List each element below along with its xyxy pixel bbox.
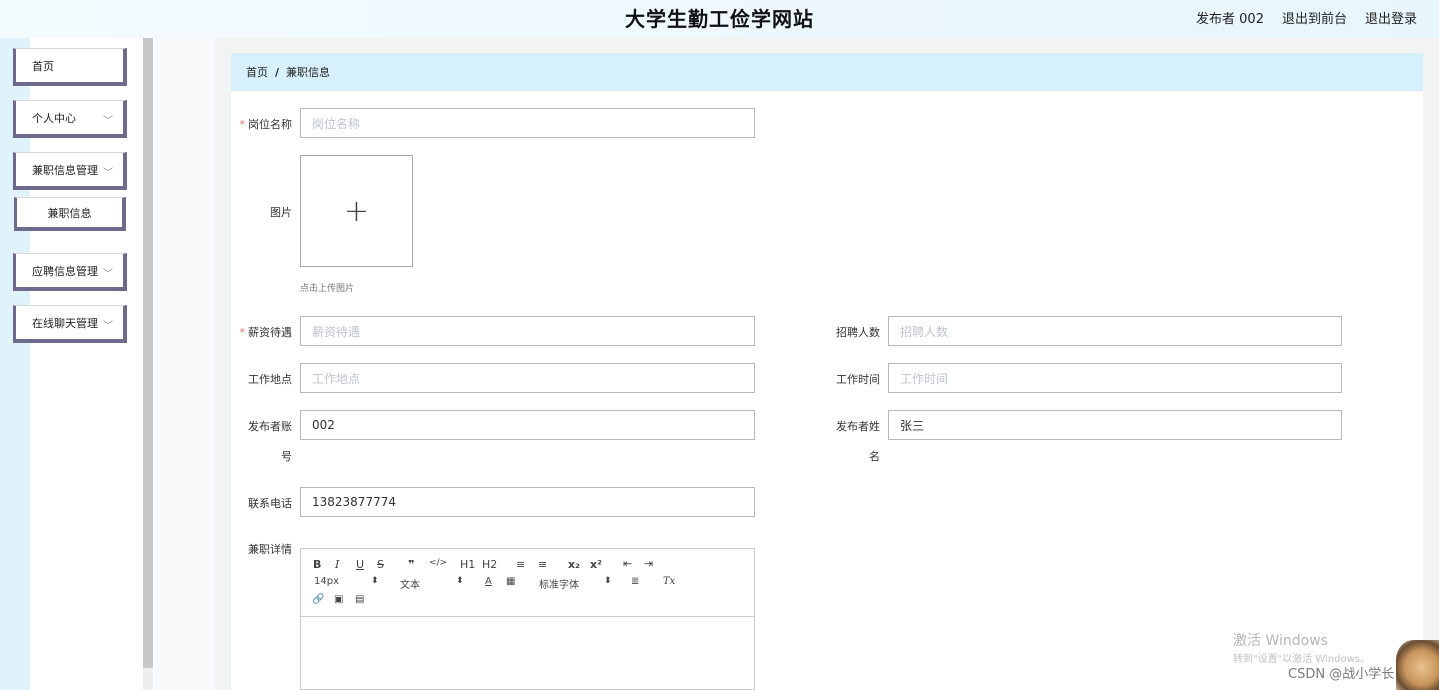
chevron-down-icon: ﹀ bbox=[103, 269, 113, 280]
align-icon[interactable]: ≣ bbox=[631, 576, 639, 587]
details-label: 兼职详情 bbox=[248, 543, 292, 556]
location-input[interactable]: 工作地点 bbox=[300, 363, 755, 393]
sidebar-item-label: 个人中心 bbox=[32, 111, 76, 125]
font-size-select-arrow-icon: ⬍ bbox=[371, 576, 379, 586]
current-user: 发布者 002 bbox=[1196, 12, 1264, 27]
recruit-count-input[interactable]: 招聘人数 bbox=[888, 316, 1342, 346]
sidebar-item-home[interactable]: 首页 bbox=[13, 48, 127, 86]
background-color-icon[interactable]: ▦ bbox=[506, 576, 515, 587]
required-mark: * bbox=[239, 118, 246, 131]
editor-toolbar: B I U S ❞ </> H1 H2 ≡ ≡ x₂ x² ⇤ ⇥ 14px ⬍… bbox=[301, 549, 754, 617]
font-family-select-arrow-icon: ⬍ bbox=[604, 576, 612, 586]
underline-button[interactable]: U bbox=[356, 558, 364, 571]
chevron-down-icon: ﹀ bbox=[103, 116, 113, 127]
job-name-input[interactable]: 岗位名称 bbox=[300, 108, 755, 138]
phone-label: 联系电话 bbox=[248, 497, 292, 510]
breadcrumb-current: 兼职信息 bbox=[286, 66, 331, 79]
clear-format-icon[interactable]: Tx bbox=[663, 576, 675, 587]
sidebar-item-label: 首页 bbox=[32, 59, 54, 73]
work-time-input[interactable]: 工作时间 bbox=[888, 363, 1342, 393]
breadcrumb: 首页 / 兼职信息 bbox=[231, 53, 1423, 91]
salary-input[interactable]: 薪资待遇 bbox=[300, 316, 755, 346]
exit-to-front-link[interactable]: 退出到前台 bbox=[1282, 8, 1347, 27]
code-button[interactable]: </> bbox=[429, 558, 447, 568]
sidebar-scrollbar[interactable] bbox=[143, 38, 153, 668]
sidebar-item-parttime-manage[interactable]: 兼职信息管理 ﹀ bbox=[13, 152, 127, 190]
bold-button[interactable]: B bbox=[313, 558, 321, 571]
sidebar-item-personal-center[interactable]: 个人中心 ﹀ bbox=[13, 100, 127, 138]
work-time-label: 工作时间 bbox=[836, 373, 880, 386]
strike-button[interactable]: S bbox=[377, 558, 384, 571]
font-size-select[interactable]: 14px bbox=[314, 576, 339, 587]
logout-link[interactable]: 退出登录 bbox=[1365, 8, 1417, 27]
italic-button[interactable]: I bbox=[335, 558, 339, 571]
image-label: 图片 bbox=[270, 206, 292, 219]
job-name-label: * 岗位名称 bbox=[239, 118, 293, 131]
font-color-button[interactable]: A bbox=[485, 576, 492, 587]
publisher-account-label: 发布者账 bbox=[248, 420, 292, 433]
sidebar-item-label: 兼职信息管理 bbox=[32, 163, 98, 177]
indent-icon[interactable]: ⇥ bbox=[644, 557, 653, 570]
sidebar-item-label: 在线聊天管理 bbox=[32, 316, 98, 330]
corner-dog-image bbox=[1396, 640, 1439, 690]
windows-activation-watermark: 激活 Windows bbox=[1233, 633, 1328, 649]
sidebar-subitem-parttime-info[interactable]: 兼职信息 bbox=[14, 197, 126, 231]
chevron-down-icon: ﹀ bbox=[103, 321, 113, 332]
recruit-count-label: 招聘人数 bbox=[836, 326, 880, 339]
upload-hint: 点击上传图片 bbox=[300, 284, 355, 294]
phone-input[interactable]: 13823877774 bbox=[300, 487, 755, 517]
h1-button[interactable]: H1 bbox=[460, 558, 475, 571]
sidebar-item-application-manage[interactable]: 应聘信息管理 ﹀ bbox=[13, 253, 127, 291]
ordered-list-icon[interactable]: ≡ bbox=[516, 558, 525, 571]
chevron-down-icon: ﹀ bbox=[103, 168, 113, 179]
publisher-name-input[interactable]: 张三 bbox=[888, 410, 1342, 440]
editor-content-area[interactable] bbox=[301, 618, 754, 690]
publisher-account-label-cont: 号 bbox=[281, 450, 292, 463]
publisher-name-label-cont: 名 bbox=[869, 450, 880, 463]
sidebar-item-chat-manage[interactable]: 在线聊天管理 ﹀ bbox=[13, 305, 127, 343]
csdn-watermark: CSDN @战小学长 bbox=[1288, 667, 1395, 682]
paragraph-select[interactable]: 文本 bbox=[400, 576, 420, 591]
top-header: 大学生勤工俭学网站 发布者 002 退出到前台 退出登录 bbox=[0, 0, 1439, 38]
breadcrumb-home[interactable]: 首页 bbox=[246, 64, 268, 80]
required-mark: * bbox=[239, 326, 246, 339]
location-label: 工作地点 bbox=[248, 373, 292, 386]
breadcrumb-separator: / bbox=[275, 65, 280, 79]
link-icon[interactable]: 🔗 bbox=[312, 594, 324, 605]
image-icon[interactable]: ▣ bbox=[334, 594, 343, 605]
image-upload-box[interactable]: + bbox=[300, 155, 413, 267]
sidebar-item-label: 应聘信息管理 bbox=[32, 264, 98, 278]
h2-button[interactable]: H2 bbox=[482, 558, 497, 571]
bullet-list-icon[interactable]: ≡ bbox=[538, 558, 547, 571]
quote-button[interactable]: ❞ bbox=[408, 558, 414, 571]
font-family-select[interactable]: 标准字体 bbox=[539, 576, 579, 591]
sidebar-item-label: 兼职信息 bbox=[47, 206, 92, 220]
paragraph-select-arrow-icon: ⬍ bbox=[456, 576, 464, 586]
publisher-name-label: 发布者姓 bbox=[836, 420, 880, 433]
plus-icon: + bbox=[343, 193, 370, 229]
rich-text-editor: B I U S ❞ </> H1 H2 ≡ ≡ x₂ x² ⇤ ⇥ 14px ⬍… bbox=[300, 548, 755, 690]
subscript-button[interactable]: x₂ bbox=[568, 558, 580, 571]
superscript-button[interactable]: x² bbox=[590, 558, 602, 571]
salary-label: * 薪资待遇 bbox=[239, 326, 293, 339]
publisher-account-input[interactable]: 002 bbox=[300, 410, 755, 440]
sidebar-scrollbar-track bbox=[143, 668, 153, 690]
video-icon[interactable]: ▤ bbox=[355, 594, 364, 605]
header-actions: 发布者 002 退出到前台 退出登录 bbox=[1196, 8, 1417, 27]
outdent-icon[interactable]: ⇤ bbox=[623, 557, 632, 570]
